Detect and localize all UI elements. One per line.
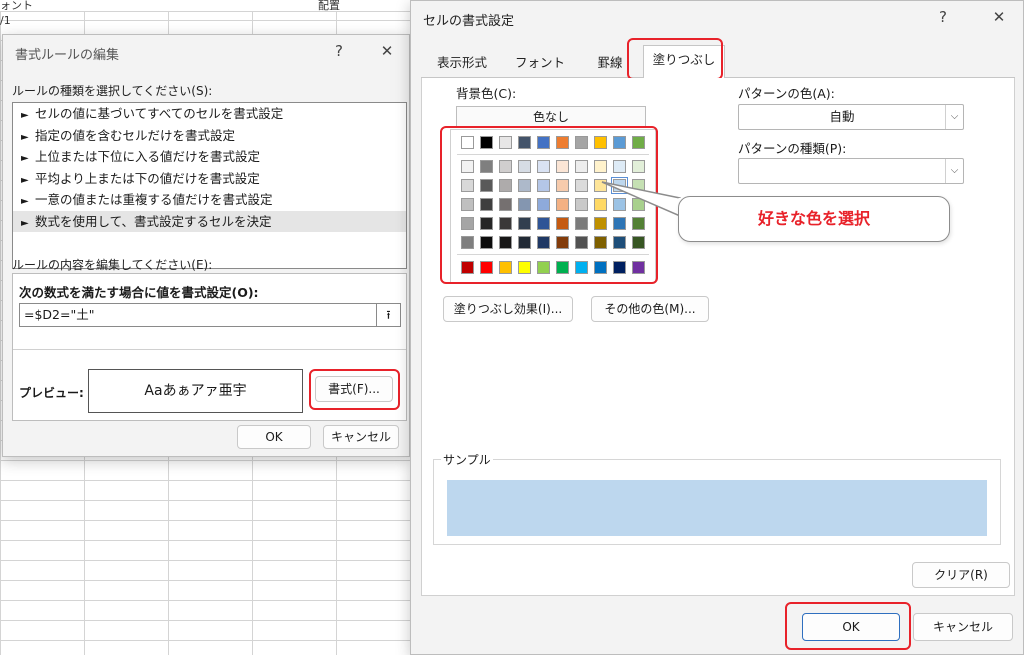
ok-button[interactable]: OK [237,425,311,449]
rule-edit-panel: 次の数式を満たす場合に値を書式設定(O): =$D2="土" ⭱ プレビュー: … [12,273,407,421]
pattern-type-label: パターンの種類(P): [738,141,847,156]
formula-label: 次の数式を満たす場合に値を書式設定(O): [19,285,259,300]
tab-font[interactable]: フォント [505,49,575,78]
hint-callout: 好きな色を選択 [678,196,950,242]
rule-type-item[interactable]: ► 一意の値または重複する値だけを書式設定 [13,189,406,211]
close-button[interactable]: ✕ [373,39,401,63]
cancel-button[interactable]: キャンセル [913,613,1013,641]
edit-format-rule-dialog: 書式ルールの編集 ? ✕ ルールの種類を選択してください(S): ► セルの値に基… [2,34,410,457]
panel-divider [13,349,406,350]
help-button[interactable]: ? [929,5,957,29]
sample-group: サンプル [433,451,1001,545]
arrow-right-icon: ► [21,153,29,164]
rule-type-label: ルールの種類を選択してください(S): [12,84,213,98]
row-hint: /1 [0,14,11,27]
more-colors-button[interactable]: その他の色(M)... [591,296,709,322]
rule-type-text: 一意の値または重複する値だけを書式設定 [35,192,273,207]
cancel-button[interactable]: キャンセル [323,425,399,449]
arrow-right-icon: ► [21,110,29,121]
rule-edit-label: ルールの内容を編集してください(E): [12,258,213,272]
format-button-highlight [309,369,400,410]
pattern-type-select[interactable]: ⌵ [738,158,964,184]
arrow-right-icon: ► [21,131,29,143]
alignment-group-label: 配置 [318,0,340,12]
pattern-color-label: パターンの色(A): [738,86,835,101]
arrow-right-icon: ► [21,196,29,207]
no-color-button[interactable]: 色なし [456,106,646,128]
dialog-title: セルの書式設定 [423,14,515,29]
fill-tab-page: 背景色(C): 色なし パターンの色(A): 自動 ⌵ パターンの種類(P): … [421,78,1015,596]
pattern-color-select[interactable]: 自動 ⌵ [738,104,964,130]
font-group-label: ォント [0,0,33,12]
preview-label: プレビュー: [19,386,84,400]
arrow-right-icon: ► [21,174,29,186]
sample-label: サンプル [441,451,493,468]
rule-type-item[interactable]: ► 上位または下位に入る値だけを書式設定 [13,146,406,168]
fill-effects-button[interactable]: 塗りつぶし効果(I)... [443,296,573,322]
format-preview: Aaあぁアァ亜宇 [88,369,303,413]
fill-tab-highlight [627,38,723,80]
formula-value: =$D2="土" [24,307,95,322]
rule-type-item[interactable]: ► セルの値に基づいてすべてのセルを書式設定 [13,103,406,125]
rule-type-item-selected[interactable]: ► 数式を使用して、書式設定するセルを決定 [13,210,406,232]
ok-button-highlight [785,602,911,650]
dialog-title: 書式ルールの編集 [15,48,120,63]
tab-number-format[interactable]: 表示形式 [425,49,499,78]
rule-type-list[interactable]: ► セルの値に基づいてすべてのセルを書式設定 ► 指定の値を含むセルだけを書式設定 … [12,102,407,269]
help-button[interactable]: ? [325,39,353,63]
ribbon-bottom-strip: ォント 配置 [0,0,410,12]
sample-preview [447,480,987,536]
collapse-dialog-icon[interactable]: ⭱ [376,304,400,326]
rule-type-item[interactable]: ► 指定の値を含むセルだけを書式設定 [13,125,406,147]
rule-type-item[interactable]: ► 平均より上または下の値だけを書式設定 [13,168,406,190]
rule-type-text: 平均より上または下の値だけを書式設定 [35,170,260,186]
rule-type-text: セルの値に基づいてすべてのセルを書式設定 [35,106,284,121]
chevron-down-icon: ⌵ [945,159,963,183]
arrow-right-icon: ► [21,217,29,229]
close-button[interactable]: ✕ [985,5,1013,29]
rule-type-text: 上位または下位に入る値だけを書式設定 [35,149,261,164]
rule-type-text: 数式を使用して、書式設定するセルを決定 [35,213,272,229]
format-cells-dialog: セルの書式設定 ? ✕ 表示形式 フォント 罫線 塗りつぶし 背景色(C): 色… [410,0,1024,655]
chevron-down-icon: ⌵ [945,105,963,129]
rule-type-text: 指定の値を含むセルだけを書式設定 [35,127,236,143]
callout-pointer [601,181,682,218]
clear-button[interactable]: クリア(R) [912,562,1010,588]
background-color-label: 背景色(C): [456,86,517,101]
formula-input[interactable]: =$D2="土" ⭱ [19,303,401,327]
pattern-color-value: 自動 [829,109,855,124]
